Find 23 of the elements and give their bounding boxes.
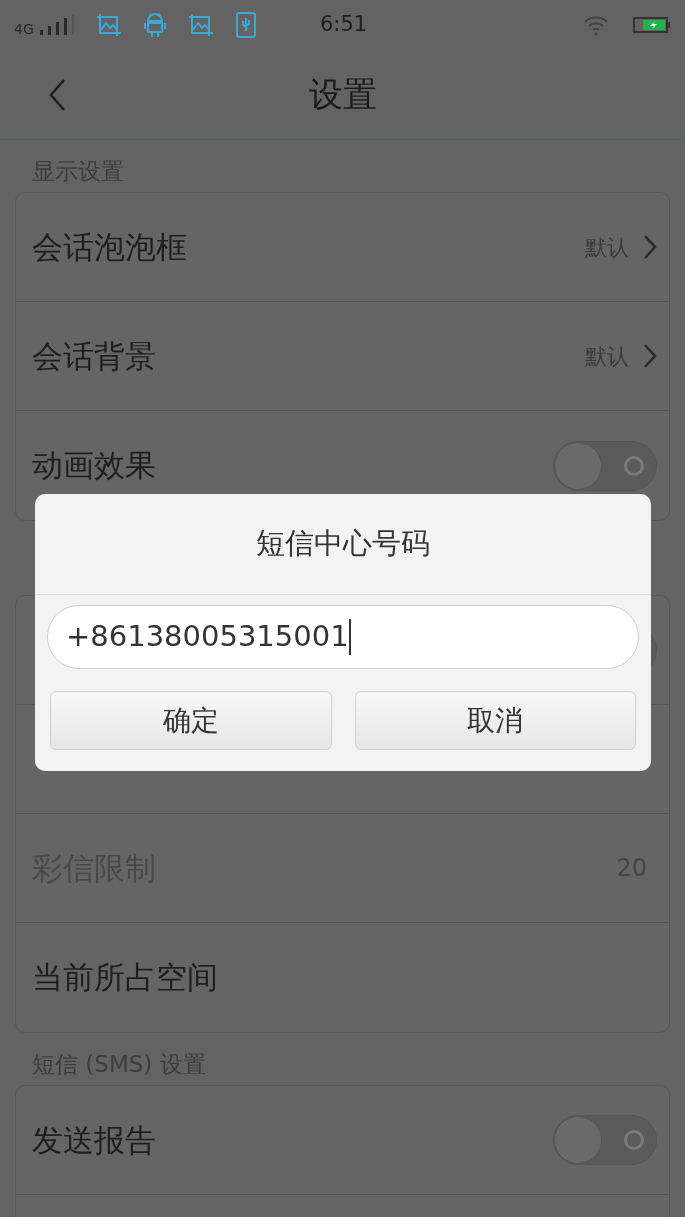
toggle-switch[interactable] <box>553 1115 657 1165</box>
chevron-left-icon <box>48 77 66 112</box>
dialog-button[interactable]: 确定 <box>50 691 332 750</box>
wifi-icon <box>583 14 609 36</box>
chevron-right-icon <box>643 234 657 260</box>
network-label: 4G <box>14 19 34 39</box>
image-icon <box>187 13 214 37</box>
image-icon <box>95 13 122 37</box>
dialog-button[interactable]: 取消 <box>354 691 636 750</box>
dialog-title: 短信中心号码 <box>256 525 430 563</box>
setting-label: 发送报告 <box>32 1120 156 1160</box>
chevron-right-icon <box>643 343 657 369</box>
input-field[interactable]: +86138005315001 <box>47 605 639 669</box>
toggle-switch[interactable] <box>553 440 657 491</box>
clock-time: 6:51 <box>320 11 368 39</box>
setting-label: 会话背景 <box>32 336 156 376</box>
setting-label: 会话泡泡框 <box>32 227 187 267</box>
usb-icon <box>235 12 256 38</box>
page-title: 设置 <box>308 73 377 116</box>
android-icon <box>143 12 166 38</box>
setting-label: 当前所占空间 <box>32 958 218 998</box>
setting-label: 动画效果 <box>32 446 156 486</box>
battery-icon <box>633 16 671 34</box>
